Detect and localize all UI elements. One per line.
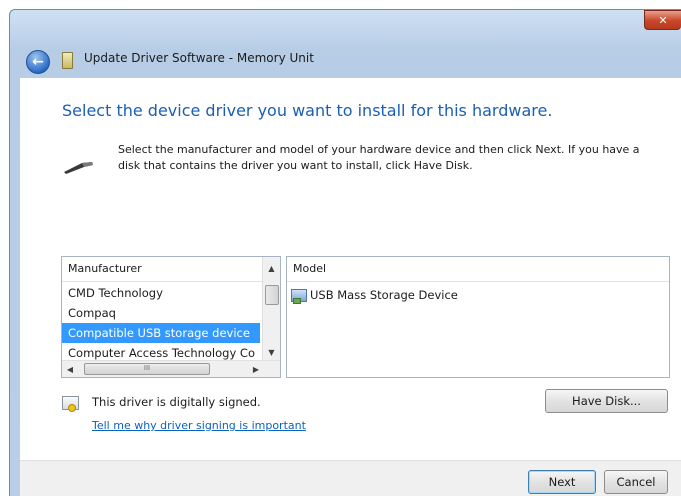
model-header: Model — [287, 257, 669, 282]
back-button[interactable]: ← — [26, 50, 50, 74]
window-title: Update Driver Software - Memory Unit — [84, 51, 314, 65]
driver-signing-link[interactable]: Tell me why driver signing is important — [92, 419, 306, 432]
manufacturer-header: Manufacturer — [62, 257, 280, 282]
certificate-icon — [62, 396, 79, 412]
signed-status-text: This driver is digitally signed. — [92, 395, 261, 409]
wand-icon — [64, 162, 93, 174]
scroll-thumb[interactable] — [265, 285, 279, 305]
list-item[interactable]: Compatible USB storage device — [62, 323, 260, 343]
list-item[interactable]: USB Mass Storage Device — [291, 285, 458, 305]
next-button[interactable]: Next — [528, 470, 596, 494]
window-icon — [62, 52, 73, 69]
manufacturer-items: CMD Technology Compaq Compatible USB sto… — [62, 283, 260, 363]
cancel-button[interactable]: Cancel — [604, 470, 668, 494]
page-heading: Select the device driver you want to ins… — [62, 101, 553, 120]
scroll-right-icon[interactable]: ▶ — [248, 361, 264, 377]
have-disk-button[interactable]: Have Disk... — [545, 389, 668, 413]
scroll-left-icon[interactable]: ◀ — [62, 361, 78, 377]
manufacturer-horizontal-scrollbar[interactable]: ◀ III ▶ — [62, 360, 280, 377]
instructions-text: Select the manufacturer and model of you… — [118, 143, 640, 172]
list-item[interactable]: CMD Technology — [62, 283, 260, 303]
back-arrow-icon: ← — [32, 54, 44, 70]
scroll-thumb[interactable]: III — [84, 363, 210, 375]
close-button[interactable]: ✕ — [644, 10, 681, 30]
list-item[interactable]: Compaq — [62, 303, 260, 323]
model-item-label: USB Mass Storage Device — [310, 288, 458, 302]
manufacturer-list[interactable]: Manufacturer CMD Technology Compaq Compa… — [61, 256, 281, 378]
scroll-down-icon[interactable]: ▼ — [263, 344, 280, 361]
scroll-up-icon[interactable]: ▲ — [263, 260, 280, 277]
model-list[interactable]: Model USB Mass Storage Device — [286, 256, 670, 378]
manufacturer-vertical-scrollbar[interactable]: ▲ ▼ — [262, 257, 280, 361]
model-device-icon — [291, 288, 307, 304]
